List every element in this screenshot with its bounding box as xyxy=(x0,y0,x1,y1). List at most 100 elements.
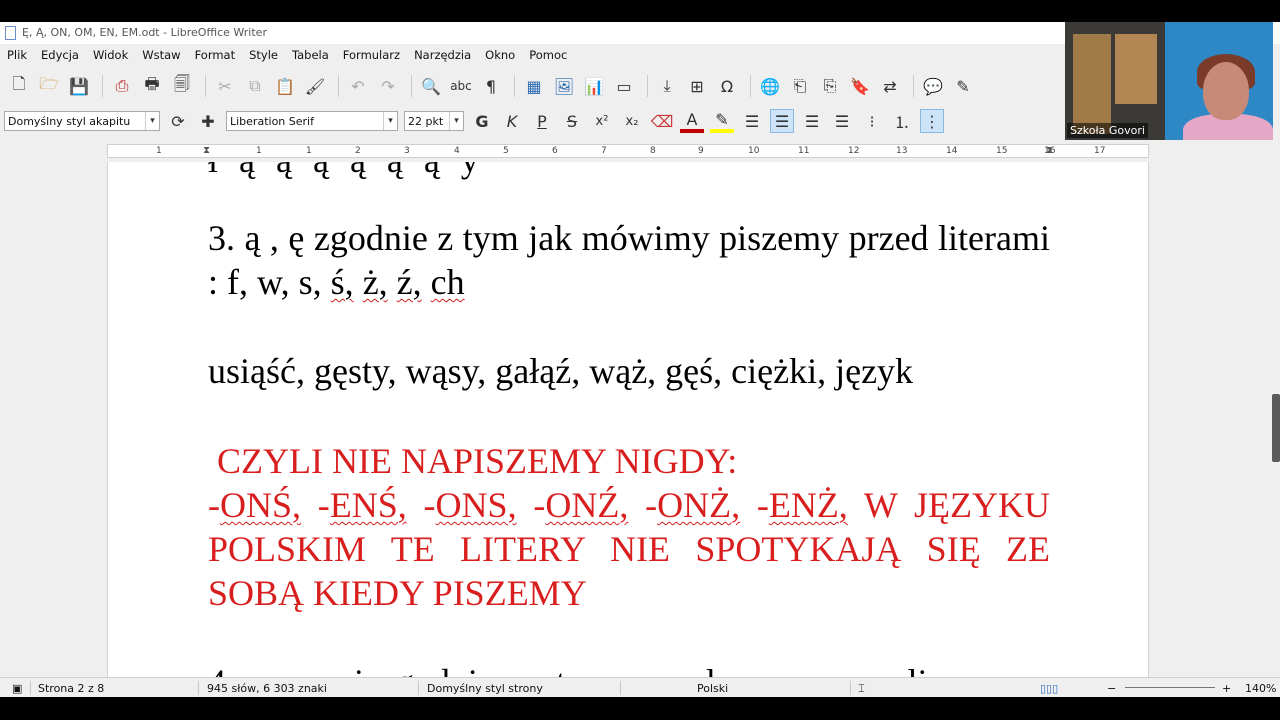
underline-button[interactable]: P xyxy=(530,109,554,133)
ruler-tick: 8 xyxy=(650,146,656,156)
single-page-view-icon[interactable]: ▯▯▯ xyxy=(1040,682,1058,695)
clear-formatting-icon[interactable]: ⌫ xyxy=(650,109,674,133)
new-document-icon[interactable]: 🗋 xyxy=(6,74,32,98)
word-count[interactable]: 945 słów, 6 303 znaki xyxy=(207,682,327,695)
italic-button[interactable]: K xyxy=(500,109,524,133)
footnote-icon[interactable]: ⎗ xyxy=(787,74,813,98)
bold-button[interactable]: G xyxy=(470,109,494,133)
menu-plik[interactable]: Plik xyxy=(7,48,27,62)
open-folder-icon[interactable]: 🗁 xyxy=(36,74,62,98)
font-color-icon[interactable]: A xyxy=(680,109,704,133)
webcam-overlay: Szkoła Govori xyxy=(1065,22,1273,140)
zoom-level[interactable]: 140% xyxy=(1245,682,1276,695)
clone-formatting-icon[interactable]: 🖌 xyxy=(302,74,328,98)
status-separator xyxy=(30,681,31,695)
chevron-down-icon[interactable]: ▾ xyxy=(145,112,159,130)
highlight-color-icon[interactable]: ✎ xyxy=(710,109,734,133)
special-character-icon[interactable]: Ω xyxy=(714,74,740,98)
comment-icon[interactable]: 💬 xyxy=(920,74,946,98)
insert-field-icon[interactable]: ⊞ xyxy=(684,74,710,98)
copy-icon[interactable]: ⧉ xyxy=(242,74,268,98)
document-page[interactable]: ł ą ą ą ą ą ą y 3. ą , ę zgodnie z tym j… xyxy=(107,162,1149,677)
vertical-scrollbar[interactable] xyxy=(1270,162,1280,677)
endnote-icon[interactable]: ⎘ xyxy=(817,74,843,98)
insert-image-icon[interactable]: 🖼 xyxy=(551,74,577,98)
misspelled-word: ś, xyxy=(330,262,354,302)
language[interactable]: Polski xyxy=(697,682,728,695)
save-icon[interactable]: 💾 xyxy=(66,74,92,98)
misspelled-word: ONŻ, xyxy=(657,485,741,525)
document-area: ł ą ą ą ą ą ą y 3. ą , ę zgodnie z tym j… xyxy=(0,162,1270,677)
font-name-select[interactable]: Liberation Serif ▾ xyxy=(226,111,398,131)
subscript-button[interactable]: x₂ xyxy=(620,109,644,133)
chevron-down-icon[interactable]: ▾ xyxy=(383,112,397,130)
font-size-select[interactable]: 22 pkt ▾ xyxy=(404,111,464,131)
print-icon[interactable]: 🖶 xyxy=(139,74,165,98)
menu-widok[interactable]: Widok xyxy=(93,48,128,62)
ruler-tick: 1 xyxy=(306,146,312,156)
menu-format[interactable]: Format xyxy=(195,48,236,62)
page-break-icon[interactable]: ⤓ xyxy=(654,74,680,98)
menu-tabela[interactable]: Tabela xyxy=(292,48,329,62)
ruler-tick: 3 xyxy=(404,146,410,156)
outline-format-icon[interactable]: ⋮ xyxy=(920,109,944,133)
item3-text xyxy=(354,262,363,302)
selection-mode-icon[interactable]: ⌶ xyxy=(858,682,865,696)
menu-pomoc[interactable]: Pomoc xyxy=(529,48,567,62)
zoom-out-icon[interactable]: − xyxy=(1107,682,1116,695)
window-title: Ę, Ą, ON, OM, EN, EM.odt - LibreOffice W… xyxy=(22,26,267,39)
zoom-slider[interactable] xyxy=(1125,687,1215,688)
webcam-background xyxy=(1073,34,1111,134)
zoom-in-icon[interactable]: + xyxy=(1222,682,1231,695)
toolbar-separator xyxy=(205,75,206,97)
insert-chart-icon[interactable]: 📊 xyxy=(581,74,607,98)
undo-icon[interactable]: ↶ xyxy=(345,74,371,98)
status-bar: ▣ Strona 2 z 8 945 słów, 6 303 znaki Dom… xyxy=(0,677,1280,697)
left-indent-marker[interactable]: ⧗ xyxy=(203,145,212,159)
print-preview-icon[interactable]: 🗐 xyxy=(169,74,195,98)
menu-formularz[interactable]: Formularz xyxy=(343,48,400,62)
insert-textbox-icon[interactable]: ▭ xyxy=(611,74,637,98)
redo-icon[interactable]: ↷ xyxy=(375,74,401,98)
webcam-background xyxy=(1115,34,1157,104)
new-style-icon[interactable]: ✚ xyxy=(196,109,220,133)
toolbar-separator xyxy=(913,75,914,97)
paste-icon[interactable]: 📋 xyxy=(272,74,298,98)
cut-icon[interactable]: ✂ xyxy=(212,74,238,98)
paragraph-style-select[interactable]: Domyślny styl akapitu ▾ xyxy=(4,111,160,131)
chevron-down-icon[interactable]: ▾ xyxy=(449,112,463,130)
cross-reference-icon[interactable]: ⇄ xyxy=(877,74,903,98)
menu-edycja[interactable]: Edycja xyxy=(41,48,79,62)
formatting-marks-icon[interactable]: ¶ xyxy=(478,74,504,98)
page-count[interactable]: Strona 2 z 8 xyxy=(38,682,104,695)
scrollbar-thumb[interactable] xyxy=(1272,394,1280,462)
menu-style[interactable]: Style xyxy=(249,48,278,62)
horizontal-ruler[interactable]: ⧗ 1 1 1 2 3 4 5 6 7 8 9 10 11 12 13 14 1… xyxy=(107,144,1149,158)
menu-narzedzia[interactable]: Narzędzia xyxy=(414,48,471,62)
superscript-button[interactable]: x² xyxy=(590,109,614,133)
ruler-tick: 11 xyxy=(798,146,810,156)
page-style[interactable]: Domyślny styl strony xyxy=(427,682,543,695)
find-replace-icon[interactable]: 🔍 xyxy=(418,74,444,98)
formatting-toolbar: Domyślny styl akapitu ▾ ⟳ ✚ Liberation S… xyxy=(0,106,1066,136)
red-text: - xyxy=(516,485,546,525)
numbering-icon[interactable]: ⒈ xyxy=(890,109,914,133)
strikethrough-button[interactable]: S xyxy=(560,109,584,133)
menu-okno[interactable]: Okno xyxy=(485,48,515,62)
hyperlink-icon[interactable]: 🌐 xyxy=(757,74,783,98)
ruler-tick: 5 xyxy=(503,146,509,156)
menu-wstaw[interactable]: Wstaw xyxy=(142,48,180,62)
webcam-person xyxy=(1203,62,1249,120)
export-pdf-icon[interactable]: ⎙ xyxy=(109,74,135,98)
right-indent-marker[interactable]: ⧗ xyxy=(1046,145,1055,159)
track-changes-icon[interactable]: ✎ xyxy=(950,74,976,98)
align-left-icon[interactable]: ☰ xyxy=(740,109,764,133)
update-style-icon[interactable]: ⟳ xyxy=(166,109,190,133)
spelling-icon[interactable]: abc xyxy=(448,74,474,98)
insert-table-icon[interactable]: ▦ xyxy=(521,74,547,98)
bullets-icon[interactable]: ⁝ xyxy=(860,109,884,133)
align-right-icon[interactable]: ☰ xyxy=(800,109,824,133)
bookmark-icon[interactable]: 🔖 xyxy=(847,74,873,98)
align-justify-icon[interactable]: ☰ xyxy=(830,109,854,133)
align-center-icon[interactable]: ☰ xyxy=(770,109,794,133)
